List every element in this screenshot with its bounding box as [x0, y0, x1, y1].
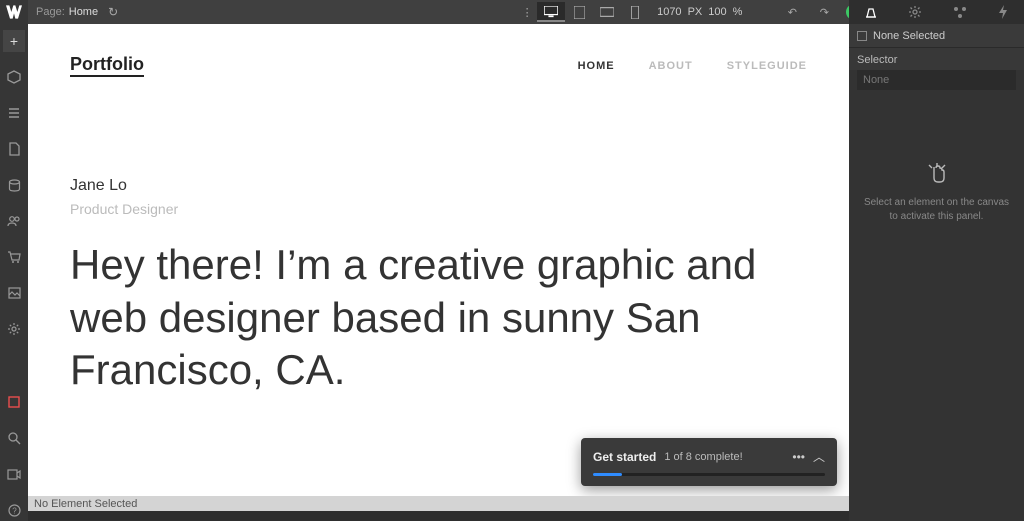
page-name[interactable]: Home — [69, 6, 98, 18]
style-panel: None Selected Selector None Select an el… — [849, 24, 1024, 521]
video-icon[interactable] — [0, 463, 28, 485]
add-element-button[interactable]: + — [3, 30, 25, 52]
left-tool-rail: + ? — [0, 24, 28, 521]
selection-box-icon — [857, 31, 867, 41]
status-text: No Element Selected — [34, 498, 137, 510]
page-header: Portfolio HOME ABOUT STYLEGUIDE — [70, 54, 807, 77]
viewport-unit: PX — [688, 6, 703, 18]
nav-link-home[interactable]: HOME — [578, 60, 615, 72]
selection-text: None Selected — [873, 30, 945, 42]
symbols-icon[interactable] — [0, 66, 28, 88]
assets-icon[interactable] — [0, 282, 28, 304]
viewport-switcher: ⋮ 1070 PX 100 % — [517, 2, 742, 22]
zoom-unit: % — [733, 6, 743, 18]
nav-link-styleguide[interactable]: STYLEGUIDE — [727, 60, 807, 72]
audit-record-icon[interactable] — [0, 391, 28, 413]
zoom-level: 100 — [708, 6, 726, 18]
landscape-mobile-viewport-button[interactable] — [593, 2, 621, 22]
help-icon[interactable]: ? — [0, 499, 28, 521]
status-bar: No Element Selected — [28, 496, 849, 511]
design-canvas[interactable]: Portfolio HOME ABOUT STYLEGUIDE Jane Lo … — [28, 24, 849, 496]
panel-empty-state: Select an element on the canvas to activ… — [859, 160, 1014, 224]
person-name[interactable]: Jane Lo — [70, 177, 807, 195]
cms-icon[interactable] — [0, 174, 28, 196]
viewport-width: 1070 — [657, 6, 681, 18]
more-vertical-icon[interactable]: ⋮ — [517, 6, 537, 19]
selector-section-label: Selector — [849, 48, 1024, 70]
ecommerce-icon[interactable] — [0, 246, 28, 268]
undo-icon[interactable]: ↶ — [782, 6, 802, 19]
chevron-up-icon[interactable]: ︿ — [813, 448, 825, 465]
page-root: Portfolio HOME ABOUT STYLEGUIDE Jane Lo … — [28, 24, 849, 427]
desktop-viewport-button[interactable] — [537, 2, 565, 22]
navigator-icon[interactable] — [0, 102, 28, 124]
svg-text:?: ? — [12, 506, 17, 515]
mobile-viewport-button[interactable] — [621, 2, 649, 22]
person-role[interactable]: Product Designer — [70, 201, 807, 217]
tablet-viewport-button[interactable] — [565, 2, 593, 22]
settings-icon[interactable] — [0, 318, 28, 340]
panel-empty-hint: Select an element on the canvas to activ… — [859, 196, 1014, 224]
redo-icon[interactable]: ↷ — [814, 6, 834, 19]
right-panel-tabs — [849, 0, 1024, 24]
reload-icon[interactable]: ↻ — [108, 5, 118, 19]
selection-indicator: None Selected — [849, 24, 1024, 48]
users-icon[interactable] — [0, 210, 28, 232]
more-horizontal-icon[interactable]: ••• — [792, 450, 805, 464]
search-icon[interactable] — [0, 427, 28, 449]
nav-link-about[interactable]: ABOUT — [649, 60, 693, 72]
toast-progress-text: 1 of 8 complete! — [664, 451, 742, 463]
app-logo-icon[interactable] — [0, 0, 28, 24]
selector-input[interactable]: None — [857, 70, 1016, 90]
pointer-icon — [859, 160, 1014, 186]
interactions-tab-icon[interactable] — [953, 5, 967, 19]
toast-progress-bar — [593, 473, 825, 476]
hero-text[interactable]: Hey there! I’m a creative graphic and we… — [70, 239, 807, 397]
get-started-toast: Get started 1 of 8 complete! ••• ︿ — [581, 438, 837, 486]
viewport-readout: 1070 PX 100 % — [657, 6, 742, 18]
toast-title: Get started — [593, 450, 656, 464]
page-label: Page: — [36, 6, 65, 18]
toast-progress-fill — [593, 473, 622, 476]
effects-tab-icon[interactable] — [997, 5, 1009, 19]
page-nav: HOME ABOUT STYLEGUIDE — [578, 60, 807, 72]
style-tab-icon[interactable] — [864, 5, 878, 19]
pages-icon[interactable] — [0, 138, 28, 160]
settings-tab-icon[interactable] — [908, 5, 922, 19]
page-brand[interactable]: Portfolio — [70, 54, 144, 77]
